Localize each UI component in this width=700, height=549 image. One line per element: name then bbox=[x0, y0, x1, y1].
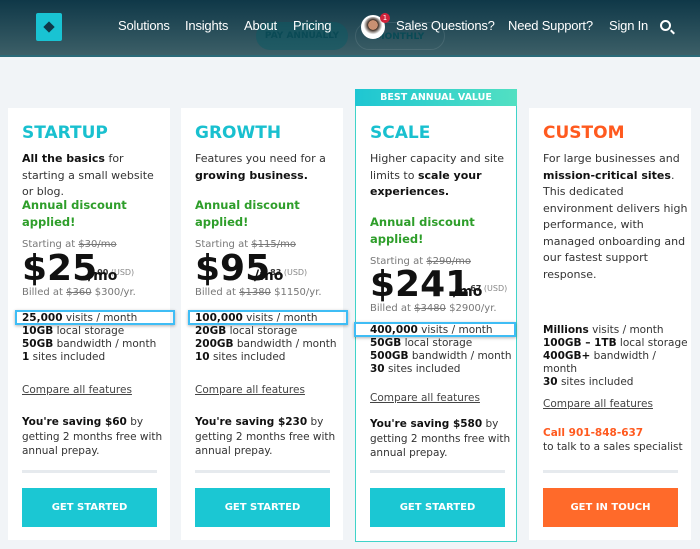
plan-card-scale: SCALE Higher capacity and site limits to… bbox=[354, 106, 517, 542]
feature-sites: 1 sites included bbox=[22, 351, 106, 363]
plan-title: SCALE bbox=[370, 123, 431, 143]
logo[interactable] bbox=[36, 13, 62, 41]
feature-storage: 50GB local storage bbox=[370, 337, 473, 349]
feature-visits: 400,000 visits / month bbox=[370, 324, 493, 336]
discount-note: Annual discount applied! bbox=[195, 198, 300, 229]
feature-bandwidth: 200GB bandwidth / month bbox=[195, 338, 337, 350]
plan-card-growth: GROWTH Features you need for a growing b… bbox=[181, 108, 348, 540]
nav-about[interactable]: About bbox=[244, 18, 277, 33]
notification-badge: 1 bbox=[380, 13, 390, 23]
get-in-touch-button[interactable]: GET IN TOUCH bbox=[543, 488, 678, 527]
divider bbox=[370, 470, 505, 473]
plan-card-startup: STARTUP All the basics for starting a sm… bbox=[8, 108, 175, 540]
savings-note: You're saving $60 by getting 2 months fr… bbox=[22, 416, 163, 457]
plan-description: Higher capacity and site limits to scale… bbox=[370, 152, 505, 198]
feature-storage: 20GB local storage bbox=[195, 325, 298, 337]
get-started-button[interactable]: GET STARTED bbox=[22, 488, 157, 527]
sales-phone-link[interactable]: Call 901-848-637 bbox=[543, 427, 688, 440]
nav-solutions[interactable]: Solutions bbox=[118, 18, 170, 33]
site-header: PAY ANNUALLY MONTHLY Solutions Insights … bbox=[0, 0, 700, 57]
discount-note: Annual discount applied! bbox=[370, 215, 475, 246]
billed-note: Billed at $1380 $1150/yr. bbox=[195, 287, 322, 298]
feature-list: 25,000 visits / month 10GB local storage… bbox=[15, 310, 175, 364]
feature-list: Millions visits / month 100GB – 1TB loca… bbox=[543, 324, 688, 389]
feature-storage: 10GB local storage bbox=[22, 325, 125, 337]
get-started-button[interactable]: GET STARTED bbox=[370, 488, 505, 527]
compare-features-link[interactable]: Compare all features bbox=[195, 382, 340, 399]
feature-visits: 25,000 visits / month bbox=[22, 312, 138, 324]
plan-description: All the basics for starting a small webs… bbox=[22, 152, 154, 198]
feature-storage: 100GB – 1TB local storage bbox=[543, 337, 688, 349]
nav-pricing[interactable]: Pricing bbox=[293, 18, 332, 33]
compare-features-link[interactable]: Compare all features bbox=[22, 382, 167, 399]
billed-note: Billed at $3480 $2900/yr. bbox=[370, 303, 497, 314]
plan-description: For large businesses and mission-critica… bbox=[543, 152, 688, 281]
sales-note: to talk to a sales specialist bbox=[543, 441, 683, 453]
nav-sign-in[interactable]: Sign In bbox=[609, 18, 648, 33]
divider bbox=[543, 470, 678, 473]
feature-bandwidth: 500GB bandwidth / month bbox=[370, 350, 512, 362]
savings-note: You're saving $580 by getting 2 months f… bbox=[370, 418, 511, 459]
plan-title: STARTUP bbox=[22, 123, 108, 143]
nav-sales-questions[interactable]: Sales Questions? bbox=[396, 18, 495, 33]
get-started-button[interactable]: GET STARTED bbox=[195, 488, 330, 527]
feature-visits: Millions visits / month bbox=[543, 324, 664, 336]
plan-description: Features you need for a growing business… bbox=[195, 152, 326, 182]
compare-features-link[interactable]: Compare all features bbox=[543, 396, 688, 413]
feature-visits: 100,000 visits / month bbox=[195, 312, 318, 324]
feature-bandwidth: 50GB bandwidth / month bbox=[22, 338, 157, 350]
feature-list: 100,000 visits / month 20GB local storag… bbox=[188, 310, 348, 364]
divider bbox=[195, 470, 330, 473]
nav-insights[interactable]: Insights bbox=[185, 18, 228, 33]
billed-note: Billed at $360 $300/yr. bbox=[22, 287, 136, 298]
best-value-badge: BEST ANNUAL VALUE bbox=[355, 89, 517, 106]
compare-features-link[interactable]: Compare all features bbox=[370, 390, 515, 407]
feature-bandwidth: 400GB+ bandwidth / month bbox=[543, 350, 656, 375]
search-icon[interactable] bbox=[660, 20, 671, 31]
nav-need-support[interactable]: Need Support? bbox=[508, 18, 593, 33]
feature-sites: 30 sites included bbox=[543, 376, 634, 388]
plan-title: GROWTH bbox=[195, 123, 282, 143]
plan-title: CUSTOM bbox=[543, 123, 625, 143]
plan-card-custom: CUSTOM For large businesses and mission-… bbox=[529, 108, 691, 540]
savings-note: You're saving $230 by getting 2 months f… bbox=[195, 416, 336, 457]
feature-sites: 10 sites included bbox=[195, 351, 286, 363]
feature-list: 400,000 visits / month 50GB local storag… bbox=[354, 322, 516, 376]
discount-note: Annual discount applied! bbox=[22, 198, 127, 229]
feature-sites: 30 sites included bbox=[370, 363, 461, 375]
divider bbox=[22, 470, 157, 473]
